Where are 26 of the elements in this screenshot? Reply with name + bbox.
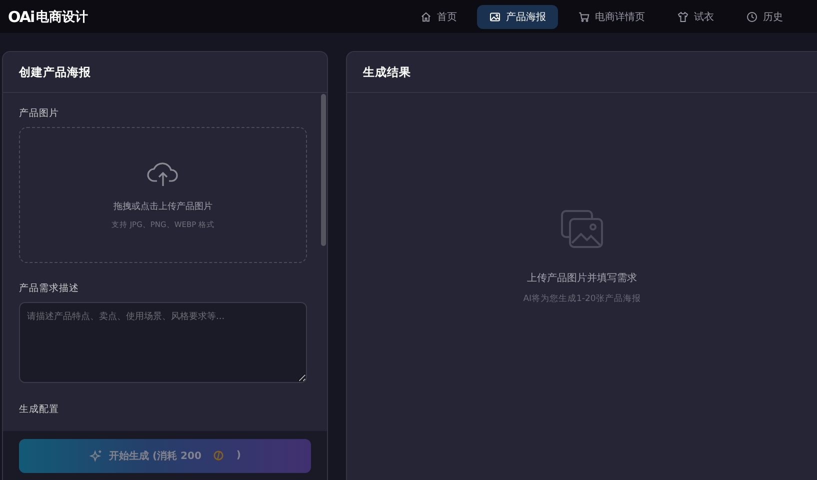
scrollbar[interactable] <box>321 94 326 246</box>
empty-hint: AI将为您生成1-20张产品海报 <box>523 292 641 304</box>
sparkle-icon <box>89 448 103 462</box>
nav-tab[interactable]: 电商详情页 <box>566 4 657 28</box>
upload-text: 拖拽或点击上传产品图片 <box>114 200 212 213</box>
section-label: 生成配置 <box>19 403 60 416</box>
clock-icon <box>746 10 758 22</box>
description-field[interactable]: 请描述产品特点、卖点、使用场景、风格要求等... <box>19 302 307 383</box>
nav-tab[interactable]: 产品海报 <box>477 4 558 28</box>
shirt-icon <box>677 10 689 22</box>
image-icon <box>489 10 501 22</box>
nav-tab[interactable]: 历史 <box>734 4 795 28</box>
upload-icon <box>146 160 180 188</box>
panel-title: 生成结果 <box>363 64 411 80</box>
logo-text: 电商设计 <box>36 8 88 26</box>
coin-icon <box>213 450 224 461</box>
images-icon <box>560 208 604 248</box>
cart-icon <box>578 10 590 22</box>
field-label: 产品图片 <box>19 107 60 120</box>
logo-mark: OAi <box>8 8 34 26</box>
panel-title: 创建产品海报 <box>19 64 91 80</box>
nav-tab[interactable]: 试衣 <box>665 4 726 28</box>
empty-title: 上传产品图片并填写需求 <box>527 272 637 284</box>
field-label: 产品需求描述 <box>19 282 80 295</box>
nav-tab[interactable]: 首页 <box>408 4 469 28</box>
home-icon <box>420 10 432 22</box>
